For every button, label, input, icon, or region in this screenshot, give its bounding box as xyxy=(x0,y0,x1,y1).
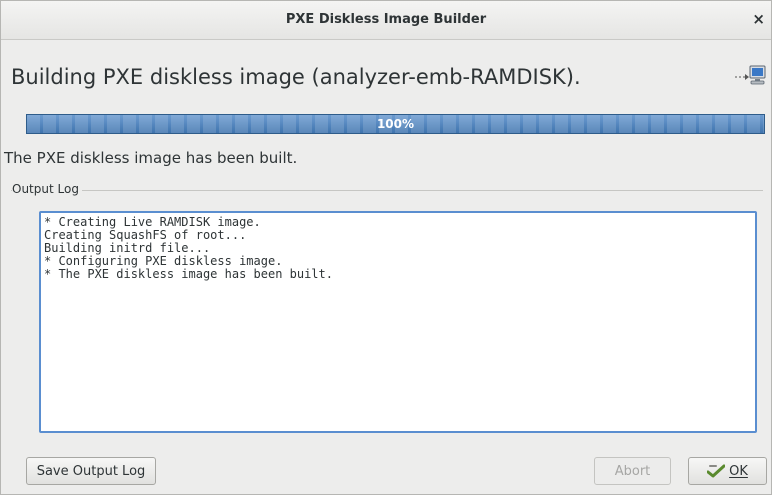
group-divider xyxy=(11,190,763,191)
save-output-log-button[interactable]: Save Output Log xyxy=(26,457,156,485)
ok-label: OK xyxy=(729,463,748,479)
progress-bar: 100% xyxy=(26,114,765,134)
page-heading: Building PXE diskless image (analyzer-em… xyxy=(11,65,581,89)
checkmark-icon xyxy=(707,464,726,478)
window-title: PXE Diskless Image Builder xyxy=(285,12,487,27)
status-text: The PXE diskless image has been built. xyxy=(4,149,298,167)
dialog-window: PXE Diskless Image Builder × Building PX… xyxy=(0,0,772,495)
log-line: * The PXE diskless image has been built. xyxy=(44,267,333,281)
title-bar[interactable]: PXE Diskless Image Builder × xyxy=(1,1,771,40)
network-computer-icon xyxy=(734,65,766,87)
output-log-label: Output Log xyxy=(12,182,82,196)
close-icon[interactable]: × xyxy=(752,10,765,28)
save-output-log-label: Save Output Log xyxy=(36,463,146,479)
progress-label: 100% xyxy=(376,117,415,131)
output-log-textarea[interactable]: * Creating Live RAMDISK image. Creating S… xyxy=(39,211,757,433)
abort-button[interactable]: Abort xyxy=(594,457,671,485)
abort-label: Abort xyxy=(614,463,651,479)
ok-button[interactable]: OK xyxy=(688,457,767,485)
